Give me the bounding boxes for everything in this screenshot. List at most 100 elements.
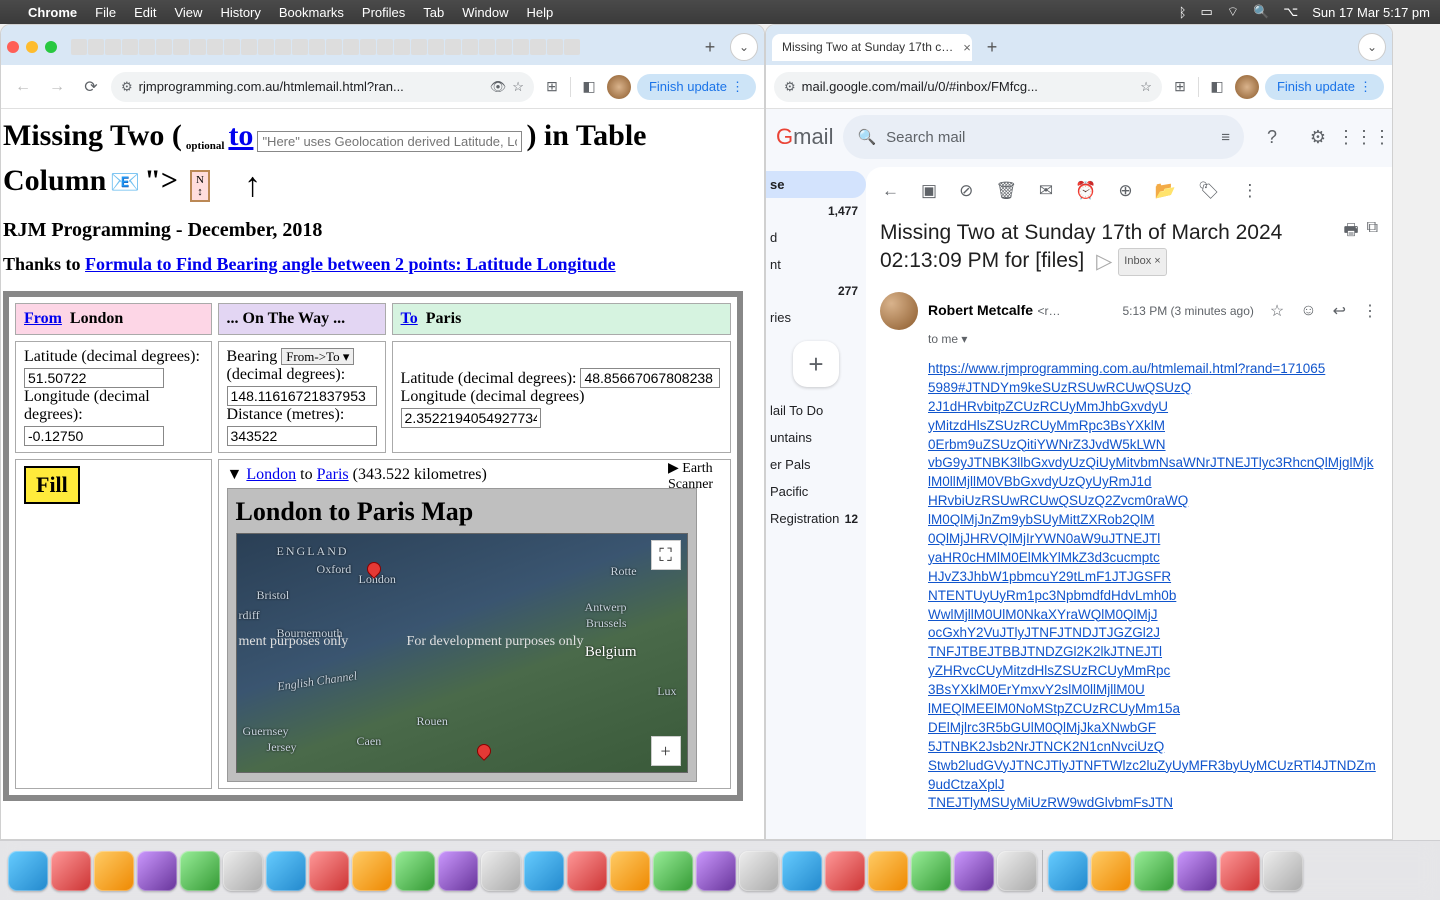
dock-app-icon[interactable]: [137, 851, 177, 891]
from-lat-input[interactable]: [24, 368, 164, 388]
details-from-link[interactable]: London: [246, 466, 296, 483]
address-bar-right[interactable]: ⚙ mail.google.com/mail/u/0/#inbox/FMfcg.…: [774, 72, 1162, 102]
tab-favicon[interactable]: [411, 39, 427, 55]
bearing-input[interactable]: [227, 386, 377, 406]
thanks-link[interactable]: Formula to Find Bearing angle between 2 …: [85, 254, 616, 274]
dock-app-icon[interactable]: [8, 851, 48, 891]
tab-favicon[interactable]: [241, 39, 257, 55]
fill-button[interactable]: Fill: [24, 466, 80, 504]
tab-favicon[interactable]: [309, 39, 325, 55]
tab-favicon[interactable]: [88, 39, 104, 55]
compose-button[interactable]: +: [793, 341, 839, 387]
labels-icon[interactable]: 🏷: [1198, 181, 1220, 201]
dock-app-icon[interactable]: [1263, 851, 1303, 891]
dock-app-icon[interactable]: [1091, 851, 1131, 891]
to-link-header[interactable]: To: [401, 310, 418, 327]
sidebar-item[interactable]: se: [766, 171, 866, 198]
mail-more-icon[interactable]: ⋮: [1362, 301, 1378, 321]
dock-app-icon[interactable]: [567, 851, 607, 891]
menubar-clock[interactable]: Sun 17 Mar 5:17 pm: [1312, 5, 1430, 20]
star-mail-icon[interactable]: ☆: [1270, 301, 1284, 321]
sidebar-item[interactable]: ries: [766, 304, 866, 331]
maximize-window-button[interactable]: [45, 41, 57, 53]
delete-icon[interactable]: 🗑: [995, 181, 1017, 201]
extensions-icon[interactable]: ⊞: [540, 75, 564, 99]
sidebar-item[interactable]: d: [766, 224, 866, 251]
inbox-label[interactable]: Inbox ×: [1118, 248, 1166, 276]
sidebar-item[interactable]: nt: [766, 251, 866, 278]
menubar-edit[interactable]: Edit: [134, 5, 156, 20]
dock-app-icon[interactable]: [51, 851, 91, 891]
dock-app-icon[interactable]: [1134, 851, 1174, 891]
tab-favicon[interactable]: [190, 39, 206, 55]
tab-favicon[interactable]: [292, 39, 308, 55]
search-tune-icon[interactable]: ≡: [1221, 129, 1230, 146]
tab-favicon[interactable]: [224, 39, 240, 55]
tab-favicon[interactable]: [564, 39, 580, 55]
reply-icon[interactable]: ↩: [1333, 301, 1346, 321]
finish-update-button[interactable]: Finish update ⋮: [637, 74, 756, 100]
tab-favicon[interactable]: [275, 39, 291, 55]
star-icon[interactable]: ☆: [1140, 79, 1152, 95]
tab-overflow-button[interactable]: ⌄: [730, 33, 758, 61]
move-icon[interactable]: 📂: [1155, 181, 1176, 201]
eye-icon[interactable]: 👁: [490, 79, 507, 95]
popout-icon[interactable]: ⧉: [1367, 219, 1378, 237]
profile-avatar-icon[interactable]: [607, 75, 631, 99]
dock-app-icon[interactable]: [911, 851, 951, 891]
back-icon[interactable]: ←: [882, 181, 899, 201]
dock-app-icon[interactable]: [524, 851, 564, 891]
dock-app-icon[interactable]: [223, 851, 263, 891]
details-to-link[interactable]: Paris: [317, 466, 349, 483]
geolocation-input[interactable]: [257, 131, 522, 152]
back-button[interactable]: ←: [9, 73, 37, 101]
sidepanel-icon[interactable]: ◧: [577, 75, 601, 99]
menubar-tab[interactable]: Tab: [423, 5, 444, 20]
from-lon-input[interactable]: [24, 426, 164, 446]
profile-avatar-icon[interactable]: [1235, 75, 1259, 99]
tab-favicon[interactable]: [377, 39, 393, 55]
new-tab-button[interactable]: +: [978, 33, 1006, 61]
from-link[interactable]: From: [24, 310, 62, 327]
sidebar-item[interactable]: er Pals: [766, 451, 866, 478]
dock-app-icon[interactable]: [94, 851, 134, 891]
apps-icon[interactable]: ⋮⋮⋮: [1346, 119, 1382, 155]
sidepanel-icon[interactable]: ◧: [1205, 75, 1229, 99]
control-center-icon[interactable]: ⌥: [1283, 4, 1298, 20]
important-icon[interactable]: ▷: [1096, 248, 1112, 276]
battery-icon[interactable]: ▭: [1201, 4, 1213, 20]
menubar-help[interactable]: Help: [527, 5, 554, 20]
tab-favicon[interactable]: [343, 39, 359, 55]
sidebar-item[interactable]: Registration12: [766, 505, 866, 532]
menubar-view[interactable]: View: [174, 5, 202, 20]
new-tab-button[interactable]: +: [696, 33, 724, 61]
spotlight-icon[interactable]: 🔍: [1253, 4, 1269, 20]
dock-app-icon[interactable]: [352, 851, 392, 891]
print-icon[interactable]: 🖶: [1343, 219, 1358, 246]
dock-app-icon[interactable]: [1220, 851, 1260, 891]
dock-app-icon[interactable]: [696, 851, 736, 891]
dock-app-icon[interactable]: [868, 851, 908, 891]
dock-app-icon[interactable]: [825, 851, 865, 891]
to-line[interactable]: to me ▾: [928, 332, 1378, 346]
dock-app-icon[interactable]: [739, 851, 779, 891]
to-lat-input[interactable]: [580, 368, 720, 388]
mark-unread-icon[interactable]: ✉: [1039, 181, 1053, 201]
tab-favicon[interactable]: [462, 39, 478, 55]
forward-button[interactable]: →: [43, 73, 71, 101]
to-lon-input[interactable]: [401, 408, 541, 428]
wifi-icon[interactable]: ⌔: [1227, 4, 1239, 20]
dock-app-icon[interactable]: [481, 851, 521, 891]
tab-favicon[interactable]: [326, 39, 342, 55]
map-zoom-in-button[interactable]: +: [651, 736, 681, 766]
sidebar-item[interactable]: Pacific: [766, 478, 866, 505]
up-arrow-icon[interactable]: ↑: [244, 167, 261, 204]
dock-app-icon[interactable]: [309, 851, 349, 891]
dock-app-icon[interactable]: [610, 851, 650, 891]
dock-app-icon[interactable]: [954, 851, 994, 891]
dock-app-icon[interactable]: [1177, 851, 1217, 891]
tab-favicon[interactable]: [207, 39, 223, 55]
dock-app-icon[interactable]: [997, 851, 1037, 891]
details-summary[interactable]: ▼ London to Paris (343.522 kilometres): [227, 466, 722, 484]
sidebar-item[interactable]: 277: [766, 278, 866, 304]
